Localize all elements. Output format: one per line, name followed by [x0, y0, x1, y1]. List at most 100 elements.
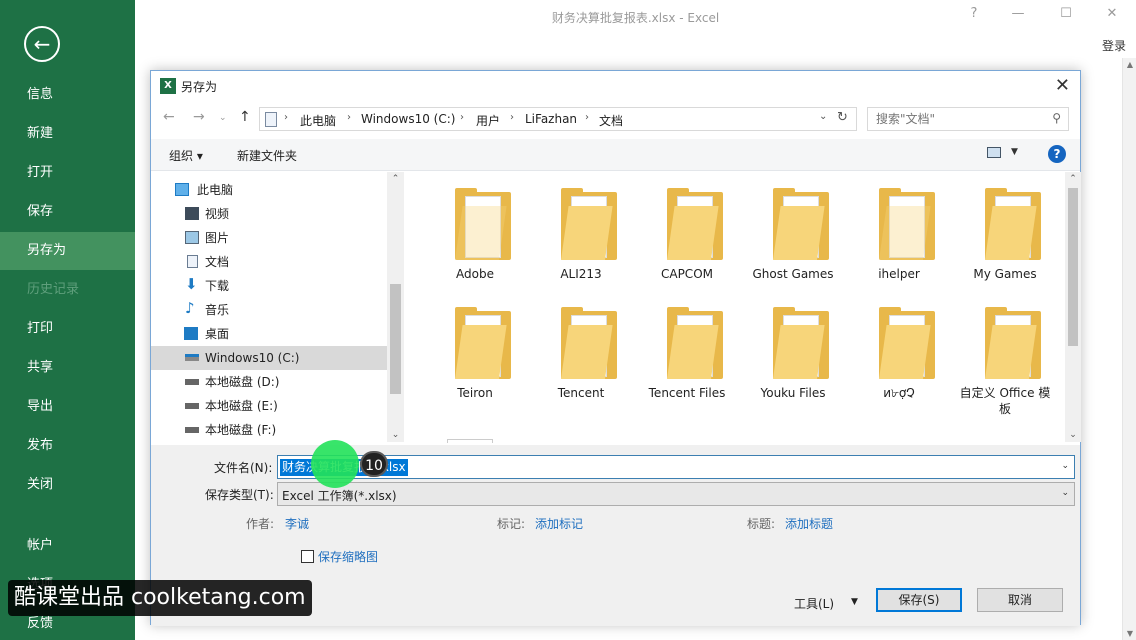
sidebar-item-print[interactable]: 打印 — [0, 310, 135, 348]
breadcrumb-drive-c[interactable]: Windows10 (C:) — [361, 112, 455, 126]
nav-item-music[interactable]: ♪ 音乐 — [151, 298, 387, 322]
drive-icon — [185, 427, 199, 433]
nav-item-drive-e[interactable]: 本地磁盘 (E:) — [151, 394, 387, 418]
breadcrumb-this-pc[interactable]: 此电脑 — [300, 112, 336, 129]
sidebar-item-publish[interactable]: 发布 — [0, 427, 135, 465]
search-icon[interactable]: ⚲ — [1052, 111, 1061, 125]
folder-item[interactable]: Tencent — [531, 295, 631, 410]
step-badge: 10 — [360, 451, 388, 477]
close-icon: ✕ — [1054, 75, 1070, 96]
folder-name: Teiron — [457, 386, 493, 400]
nav-item-desktop[interactable]: 桌面 — [151, 322, 387, 346]
backstage-scrollbar[interactable]: ▲ ▼ — [1122, 58, 1136, 640]
nav-label: 图片 — [205, 231, 230, 245]
scrollbar-thumb[interactable] — [390, 284, 401, 394]
login-link[interactable]: 登录 — [1102, 37, 1126, 54]
folder-item[interactable]: Tencent Files — [637, 295, 737, 410]
help-icon[interactable]: ? — [1048, 145, 1066, 163]
folder-item[interactable]: Youku Files — [743, 295, 843, 410]
minimize-button[interactable]: — — [1006, 6, 1030, 26]
chevron-right-icon: › — [510, 112, 514, 123]
nav-item-drive-f[interactable]: 本地磁盘 (F:) — [151, 418, 387, 442]
save-thumbnail-checkbox[interactable] — [301, 550, 314, 563]
folder-item[interactable]: CAPCOM — [637, 176, 737, 291]
folder-item[interactable]: ihelper — [849, 176, 949, 291]
sidebar-item-share[interactable]: 共享 — [0, 349, 135, 387]
folder-item[interactable]: и৮ợՉ — [849, 295, 949, 410]
filename-label: 文件名(N): — [214, 461, 273, 475]
organize-button[interactable]: 组织 ▾ — [169, 147, 203, 164]
tools-dropdown-icon[interactable]: ▼ — [851, 597, 858, 607]
folder-item[interactable]: ALI213 — [531, 176, 631, 291]
forward-arrow-icon[interactable]: → — [193, 109, 205, 125]
search-input[interactable] — [868, 108, 1043, 130]
nav-item-documents[interactable]: 文档 — [151, 250, 387, 274]
back-button[interactable]: ← — [24, 26, 60, 62]
folder-name: Youku Files — [760, 386, 826, 400]
nav-item-this-pc[interactable]: 此电脑 — [151, 178, 387, 202]
filetype-select[interactable]: Excel 工作簿(*.xlsx) ⌄ — [277, 482, 1075, 506]
new-folder-button[interactable]: 新建文件夹 — [237, 147, 297, 164]
chevron-down-icon[interactable]: ⌄ — [1061, 488, 1069, 498]
breadcrumb-users[interactable]: 用户 — [476, 112, 500, 129]
arrow-left-icon: ← — [33, 32, 51, 56]
scroll-up-icon[interactable]: ⌃ — [1065, 174, 1081, 184]
nav-item-pictures[interactable]: 图片 — [151, 226, 387, 250]
sidebar-item-save-as[interactable]: 另存为 — [0, 232, 135, 270]
dialog-close-button[interactable]: ✕ — [1055, 75, 1070, 96]
sidebar-item-save[interactable]: 保存 — [0, 193, 135, 231]
recent-dropdown-icon[interactable]: ⌄ — [219, 113, 227, 123]
author-field[interactable]: 李诚 — [285, 515, 309, 532]
breadcrumb-user[interactable]: LiFazhan — [525, 112, 577, 126]
drive-icon — [185, 379, 199, 385]
refresh-icon[interactable]: ↻ — [837, 110, 848, 125]
filename-input[interactable]: 财务决算批复报表.xlsx ⌄ — [277, 455, 1075, 479]
nav-item-drive-c[interactable]: Windows10 (C:) — [151, 346, 387, 370]
tools-button[interactable]: 工具(L) — [794, 595, 834, 612]
download-icon: ⬇ — [185, 275, 198, 293]
file-list-scrollbar[interactable]: ⌃ ⌄ — [1065, 172, 1081, 442]
folder-item[interactable]: 自定义 Office 模板 — [955, 295, 1055, 416]
cancel-button[interactable]: 取消 — [977, 588, 1063, 612]
folder-item[interactable]: Teiron — [425, 295, 525, 410]
nav-item-drive-d[interactable]: 本地磁盘 (D:) — [151, 370, 387, 394]
nav-label: Windows10 (C:) — [205, 351, 300, 365]
maximize-button[interactable]: ☐ — [1054, 6, 1078, 26]
help-button[interactable]: ? — [962, 6, 986, 26]
title-label: 标题: — [747, 517, 776, 531]
scroll-up-icon[interactable]: ⌃ — [387, 174, 404, 184]
view-dropdown-icon[interactable]: ▼ — [1011, 147, 1018, 157]
address-bar[interactable]: › 此电脑 › Windows10 (C:) › 用户 › LiFazhan ›… — [259, 107, 857, 131]
breadcrumb-documents[interactable]: 文档 — [599, 112, 623, 129]
sidebar-item-account[interactable]: 帐户 — [0, 527, 135, 565]
sidebar-item-open[interactable]: 打开 — [0, 154, 135, 192]
folder-item[interactable]: Adobe — [425, 176, 525, 291]
chevron-down-icon[interactable]: ⌄ — [819, 111, 827, 122]
nav-item-videos[interactable]: 视频 — [151, 202, 387, 226]
navigation-scrollbar[interactable]: ⌃ ⌄ — [387, 172, 404, 442]
sidebar-item-info[interactable]: 信息 — [0, 76, 135, 114]
nav-label: 本地磁盘 (F:) — [205, 423, 277, 437]
scroll-down-icon[interactable]: ⌄ — [387, 430, 404, 440]
scroll-down-icon[interactable]: ▼ — [1123, 629, 1136, 638]
save-button[interactable]: 保存(S) — [876, 588, 962, 612]
nav-item-downloads[interactable]: ⬇ 下载 — [151, 274, 387, 298]
up-arrow-icon[interactable]: ↑ — [239, 109, 251, 125]
sidebar-item-export[interactable]: 导出 — [0, 388, 135, 426]
chevron-down-icon[interactable]: ⌄ — [1061, 461, 1069, 471]
save-thumbnail-label[interactable]: 保存缩略图 — [318, 548, 378, 565]
back-arrow-icon[interactable]: ← — [163, 109, 175, 125]
close-window-button[interactable]: ✕ — [1100, 6, 1124, 26]
title-field[interactable]: 添加标题 — [785, 515, 833, 532]
sidebar-item-new[interactable]: 新建 — [0, 115, 135, 153]
sidebar-item-close[interactable]: 关闭 — [0, 466, 135, 504]
tags-field[interactable]: 添加标记 — [535, 515, 583, 532]
nav-label: 下载 — [205, 279, 230, 293]
file-list: Adobe ALI213 CAPCOM Ghost Games ihelper … — [413, 172, 1063, 442]
scrollbar-thumb[interactable] — [1068, 188, 1078, 346]
view-icon[interactable] — [987, 147, 1001, 158]
scroll-up-icon[interactable]: ▲ — [1123, 60, 1136, 69]
folder-item[interactable]: Ghost Games — [743, 176, 843, 291]
folder-item[interactable]: My Games — [955, 176, 1055, 291]
scroll-down-icon[interactable]: ⌄ — [1065, 430, 1081, 440]
